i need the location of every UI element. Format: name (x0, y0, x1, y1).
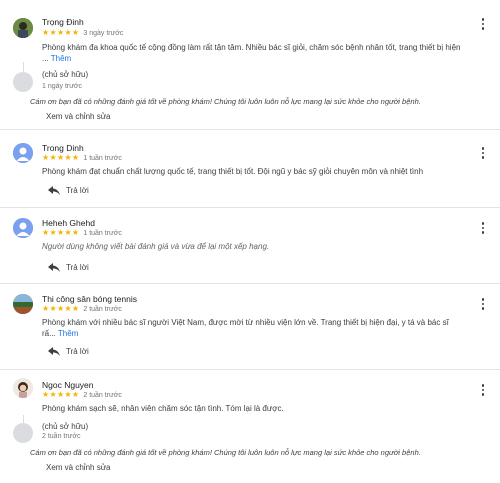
review-text-ellipsis: ... (42, 54, 49, 63)
reply-icon (48, 263, 60, 272)
more-vert-icon[interactable] (480, 147, 486, 161)
thread-line (23, 62, 24, 72)
owner-reply-date: 1 ngày trước (42, 83, 83, 90)
stars-icon: ★★★★★ (42, 390, 80, 399)
view-edit-button[interactable]: Xem và chỉnh sửa (46, 112, 111, 121)
more-vert-icon[interactable] (480, 384, 486, 398)
review-text: Phòng khám sạch sẽ, nhân viên chăm sóc t… (42, 404, 284, 413)
avatar[interactable] (13, 294, 33, 314)
owner-reply-text: Cám ơn bạn đã có những đánh giá tốt về p… (30, 97, 421, 106)
owner-reply-date: 2 tuần trước (42, 433, 81, 440)
review-text-ellipsis: rấ... (42, 329, 56, 338)
view-edit-button[interactable]: Xem và chỉnh sửa (46, 463, 111, 472)
more-vert-icon[interactable] (480, 298, 486, 312)
reply-icon (48, 347, 60, 356)
review-card: Heheh Ghehd ★★★★★ 1 tuần trước Người dùng… (0, 208, 500, 284)
more-vert-icon[interactable] (480, 222, 486, 236)
star-rating: ★★★★★ 1 tuần trước (42, 228, 122, 237)
review-text: Phòng khám đa khoa quốc tế cộng đồng làm… (42, 42, 472, 64)
owner-avatar (13, 423, 33, 443)
reviewer-name[interactable]: Heheh Ghehd (42, 218, 95, 228)
more-link[interactable]: Thêm (51, 54, 71, 63)
star-rating: ★★★★★ 2 tuần trước (42, 390, 122, 399)
star-rating: ★★★★★ 1 tuần trước (42, 153, 122, 162)
more-vert-icon[interactable] (480, 18, 486, 32)
star-rating: ★★★★★ 2 tuần trước (42, 304, 122, 313)
owner-label: (chủ sở hữu) (42, 422, 89, 431)
review-text-line: Phòng khám với nhiều bác sĩ người Việt N… (42, 318, 449, 327)
review-text-line: Phòng khám đa khoa quốc tế cộng đồng làm… (42, 43, 461, 52)
owner-reply-text: Cám ơn bạn đã có những đánh giá tốt về p… (30, 448, 421, 457)
review-card: Trọng Đinh ★★★★★ 3 ngày trước Phòng khám … (0, 0, 500, 130)
review-date: 1 tuần trước (83, 230, 122, 237)
owner-label: (chủ sở hữu) (42, 70, 89, 79)
stars-icon: ★★★★★ (42, 304, 80, 313)
reply-button[interactable]: Trả lời (48, 186, 89, 195)
review-card: Trong Dinh ★★★★★ 1 tuần trước Phòng khám … (0, 130, 500, 208)
thread-line (23, 415, 24, 423)
avatar[interactable] (13, 143, 33, 163)
reply-button[interactable]: Trả lời (48, 263, 89, 272)
stars-icon: ★★★★★ (42, 28, 80, 37)
reply-icon (48, 186, 60, 195)
avatar[interactable] (13, 378, 33, 398)
avatar[interactable] (13, 18, 33, 38)
review-date: 1 tuần trước (83, 155, 122, 162)
avatar[interactable] (13, 218, 33, 238)
reviewer-name[interactable]: Thi công sân bóng tennis (42, 294, 137, 304)
review-date: 3 ngày trước (83, 30, 124, 37)
review-date: 2 tuần trước (83, 306, 122, 313)
reply-label: Trả lời (66, 263, 89, 272)
reviewer-name[interactable]: Ngoc Nguyen (42, 380, 94, 390)
review-card: Thi công sân bóng tennis ★★★★★ 2 tuần trư… (0, 284, 500, 370)
no-review-text: Người dùng không viết bài đánh giá và vừ… (42, 242, 270, 251)
owner-avatar (13, 72, 33, 92)
review-date: 2 tuần trước (83, 392, 122, 399)
more-link[interactable]: Thêm (58, 329, 78, 338)
reviewer-name[interactable]: Trọng Đinh (42, 17, 84, 27)
reply-label: Trả lời (66, 347, 89, 356)
reply-label: Trả lời (66, 186, 89, 195)
review-text: Phòng khám với nhiều bác sĩ người Việt N… (42, 317, 472, 339)
stars-icon: ★★★★★ (42, 153, 80, 162)
star-rating: ★★★★★ 3 ngày trước (42, 28, 123, 37)
review-text: Phòng khám đạt chuẩn chất lượng quốc tế,… (42, 167, 424, 176)
reply-button[interactable]: Trả lời (48, 347, 89, 356)
reviewer-name[interactable]: Trong Dinh (42, 143, 84, 153)
stars-icon: ★★★★★ (42, 228, 80, 237)
review-card: Ngoc Nguyen ★★★★★ 2 tuần trước Phòng khám… (0, 370, 500, 483)
